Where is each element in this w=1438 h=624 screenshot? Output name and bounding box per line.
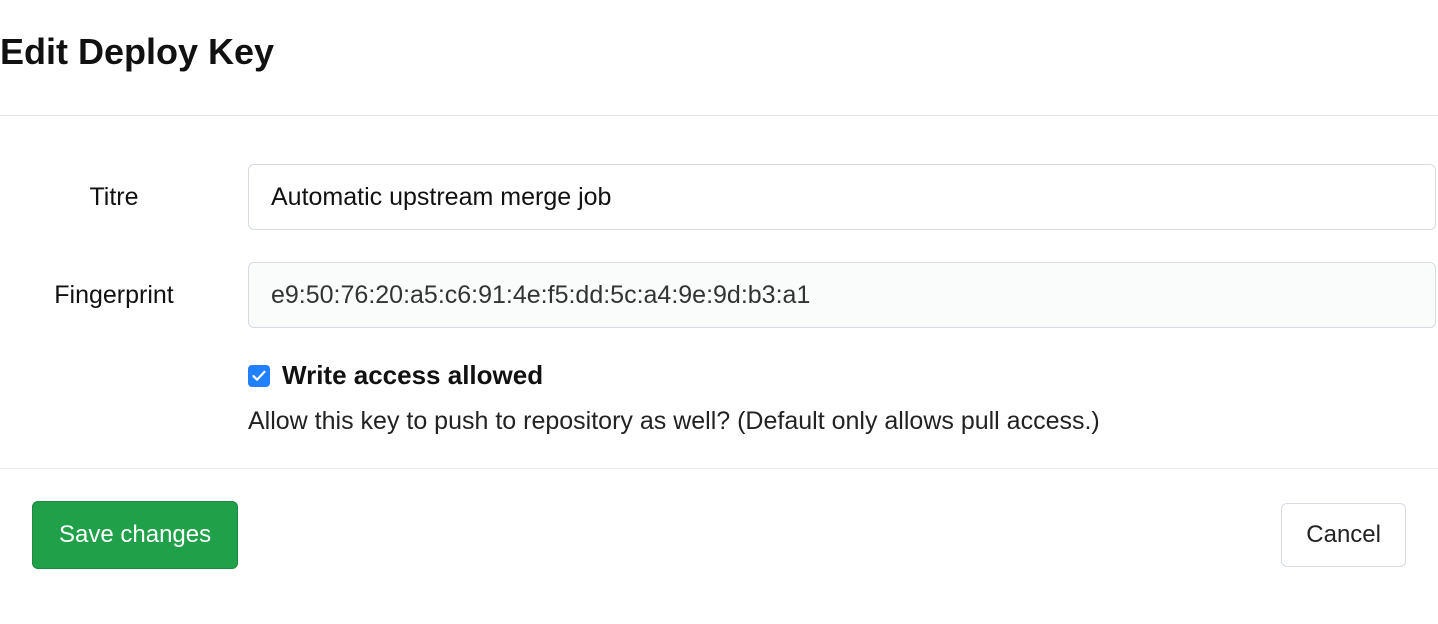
write-access-row: Write access allowed Allow this key to p… [0, 360, 1438, 436]
fingerprint-input [248, 262, 1436, 328]
write-access-checkbox[interactable] [248, 365, 270, 387]
save-changes-button[interactable]: Save changes [32, 501, 238, 569]
write-access-help: Allow this key to push to repository as … [248, 407, 1436, 436]
check-icon [252, 370, 266, 382]
title-input[interactable] [248, 164, 1436, 230]
page-title: Edit Deploy Key [0, 30, 1438, 73]
cancel-button[interactable]: Cancel [1281, 503, 1406, 567]
title-row: Titre [0, 164, 1438, 230]
fingerprint-row: Fingerprint [0, 262, 1438, 328]
fingerprint-label: Fingerprint [54, 281, 174, 309]
title-label: Titre [89, 183, 138, 211]
edit-deploy-key-form: Titre Fingerprint [0, 116, 1438, 436]
form-footer: Save changes Cancel [0, 469, 1438, 597]
write-access-label[interactable]: Write access allowed [282, 360, 543, 391]
